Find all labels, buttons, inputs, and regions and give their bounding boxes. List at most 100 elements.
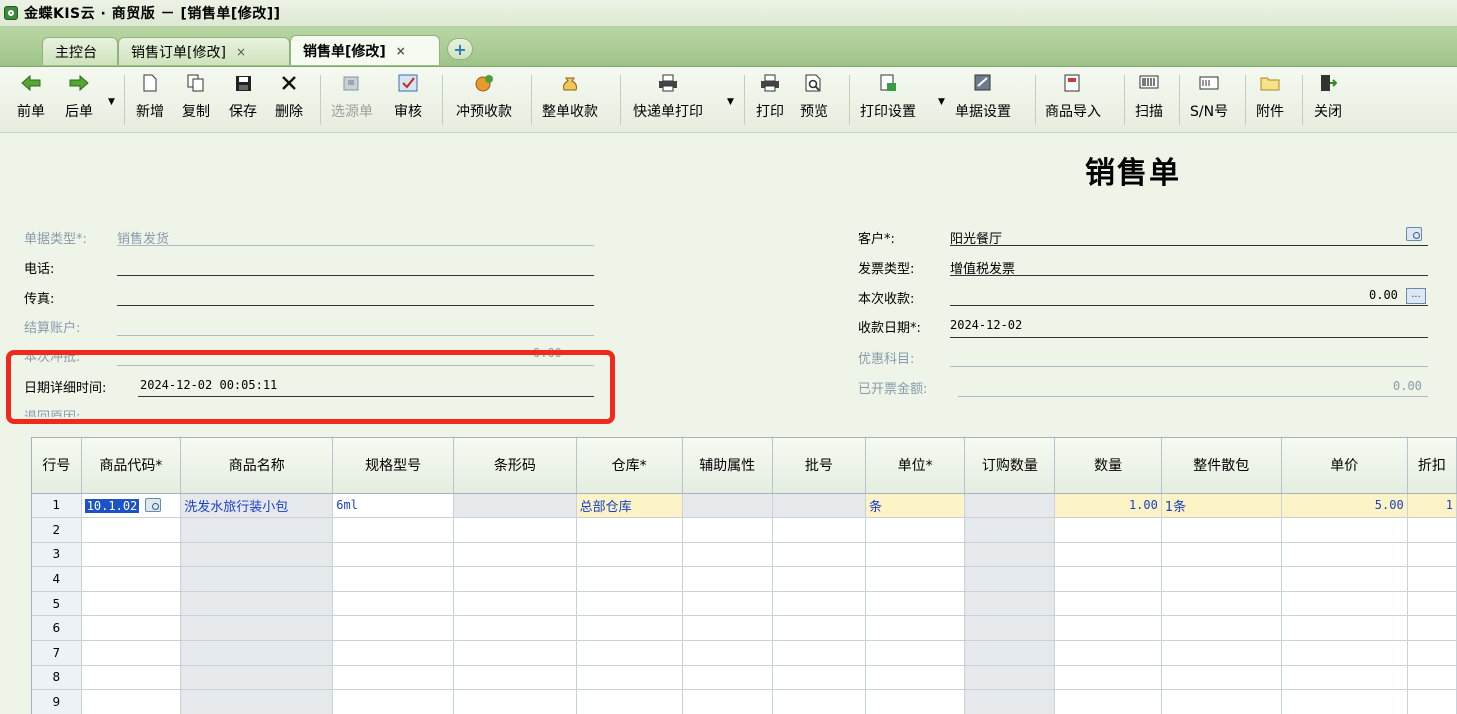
cell-barcode[interactable] [453,591,577,617]
cell-barcode[interactable] [453,542,577,568]
cell-unit[interactable] [865,517,966,543]
cell-code[interactable] [81,640,182,666]
cell-aux[interactable] [682,591,773,617]
cell-aux[interactable] [682,517,773,543]
cell-barcode[interactable] [453,493,577,519]
cell-qty[interactable] [1054,665,1162,691]
print-button[interactable]: 打印 [756,73,784,127]
cell-warehouse[interactable] [576,665,683,691]
cell-spec[interactable] [332,517,455,543]
save-button[interactable]: 保存 [229,73,257,127]
close-tab-icon[interactable]: × [236,45,246,59]
cell-spec[interactable] [332,689,455,714]
cell-unit[interactable] [865,566,966,592]
cell-batch[interactable] [772,615,867,642]
cell-name[interactable] [180,591,334,617]
prev-doc-button[interactable]: 前单 [17,73,45,127]
cell-barcode[interactable] [453,640,577,666]
cell-batch[interactable] [772,566,867,592]
caret-down-icon[interactable]: ▼ [108,97,115,107]
cell-discount[interactable] [1407,591,1457,617]
tab-console[interactable]: 主控台 [42,37,118,65]
copy-button[interactable]: 复制 [182,73,210,127]
col-header-warehouse[interactable]: 仓库* [576,438,683,494]
add-tab-button[interactable]: + [447,38,473,60]
col-header-batch[interactable]: 批号 [772,438,867,494]
cell-order-qty[interactable] [964,640,1056,666]
cell-code[interactable] [81,566,182,592]
table-row[interactable]: 1 10.1.02 洗发水旅行装小包 6ml 总部仓库 条 1.00 1条 5.… [32,493,1457,519]
tab-sales-order-edit[interactable]: 销售订单[修改] × [118,37,290,65]
cell-order-qty[interactable] [964,542,1056,568]
goods-lookup-icon[interactable] [145,498,162,513]
cell-aux[interactable] [682,566,773,592]
cell-pack[interactable] [1161,517,1282,543]
cell-spec[interactable] [332,615,455,642]
cell-warehouse[interactable] [576,591,683,617]
cell-discount[interactable] [1407,542,1457,568]
cell-spec[interactable] [332,566,455,592]
cell-discount[interactable] [1407,566,1457,592]
col-header-pack[interactable]: 整件散包 [1161,438,1282,494]
cell-name[interactable] [180,665,334,691]
customer-lookup-icon[interactable] [1406,227,1422,241]
cell-unit[interactable] [865,689,966,714]
cell-order-qty[interactable] [964,689,1056,714]
cell-spec[interactable] [332,665,455,691]
table-row[interactable]: 7 [32,640,1457,666]
cell-order-qty[interactable] [964,591,1056,617]
received-value[interactable]: 0.00 [1369,288,1398,302]
cell-warehouse[interactable] [576,542,683,568]
close-tab-icon[interactable]: × [396,44,406,58]
cell-pack[interactable] [1161,615,1282,642]
phone-field[interactable] [117,275,594,276]
doc-settings-button[interactable]: 单据设置 [955,73,1011,127]
cell-batch[interactable] [772,665,867,691]
received-more-button[interactable]: ... [1406,288,1426,304]
cell-name[interactable] [180,689,334,714]
cell-price[interactable] [1281,665,1408,691]
cell-order-qty[interactable] [964,517,1056,543]
cell-spec[interactable] [332,591,455,617]
cell-price[interactable] [1281,566,1408,592]
cell-pack[interactable] [1161,640,1282,666]
table-row[interactable]: 8 [32,665,1457,691]
cell-price[interactable] [1281,591,1408,617]
col-header-aux[interactable]: 辅助属性 [682,438,773,494]
cell-batch[interactable] [772,640,867,666]
table-row[interactable]: 9 [32,689,1457,714]
cell-barcode[interactable] [453,665,577,691]
table-row[interactable]: 4 [32,566,1457,592]
cell-warehouse[interactable] [576,566,683,592]
customer-field[interactable] [950,245,1428,246]
cell-discount[interactable] [1407,665,1457,691]
col-header-name[interactable]: 商品名称 [180,438,334,494]
cell-qty[interactable] [1054,542,1162,568]
cell-code[interactable] [81,665,182,691]
cell-name[interactable] [180,566,334,592]
receive-date-field[interactable] [950,337,1428,338]
cell-pack[interactable] [1161,566,1282,592]
cell-name[interactable] [180,640,334,666]
table-row[interactable]: 3 [32,542,1457,568]
cell-warehouse[interactable] [576,615,683,642]
col-header-discount[interactable]: 折扣 [1407,438,1457,494]
invoice-type-field[interactable] [950,275,1428,276]
cell-spec[interactable]: 6ml [332,493,455,519]
cell-code[interactable] [81,517,182,543]
cell-pack[interactable] [1161,591,1282,617]
cell-price[interactable] [1281,615,1408,642]
col-header-qty[interactable]: 数量 [1054,438,1162,494]
col-header-barcode[interactable]: 条形码 [453,438,577,494]
col-header-code[interactable]: 商品代码* [81,438,182,494]
audit-button[interactable]: 审核 [394,73,422,127]
cell-discount[interactable] [1407,517,1457,543]
cell-pack[interactable] [1161,689,1282,714]
cell-aux[interactable] [682,689,773,714]
cell-unit[interactable] [865,640,966,666]
cell-name[interactable]: 洗发水旅行装小包 [180,493,334,519]
cell-pack[interactable] [1161,665,1282,691]
cell-batch[interactable] [772,689,867,714]
col-header-unit[interactable]: 单位* [865,438,966,494]
cell-qty[interactable] [1054,640,1162,666]
